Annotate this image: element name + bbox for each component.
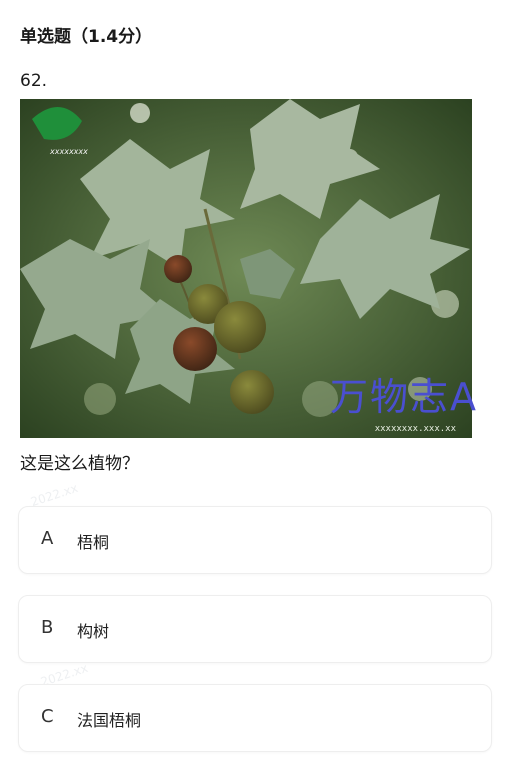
background-watermark: 2022.xx (29, 480, 80, 510)
question-text: 这是这么植物？ (20, 454, 139, 474)
option-b[interactable]: B 构树 (18, 595, 492, 663)
question-number: 62. (20, 71, 48, 91)
option-a[interactable]: A 梧桐 (18, 506, 492, 574)
photo-stamp-text: xxxxxxxx (50, 147, 88, 156)
option-letter: C (41, 706, 54, 727)
option-label: 梧桐 (77, 533, 110, 552)
photo-credit: xxxxxxxx.xxx.xx (374, 424, 456, 434)
question-type-label: 单选题（1.4分） (20, 27, 153, 47)
watermark-text: 万物志A (330, 375, 478, 419)
option-label: 法国梧桐 (77, 711, 142, 730)
option-c[interactable]: C 法国梧桐 (18, 684, 492, 752)
option-label: 构树 (77, 622, 110, 641)
option-letter: B (41, 617, 54, 638)
option-letter: A (41, 528, 54, 549)
